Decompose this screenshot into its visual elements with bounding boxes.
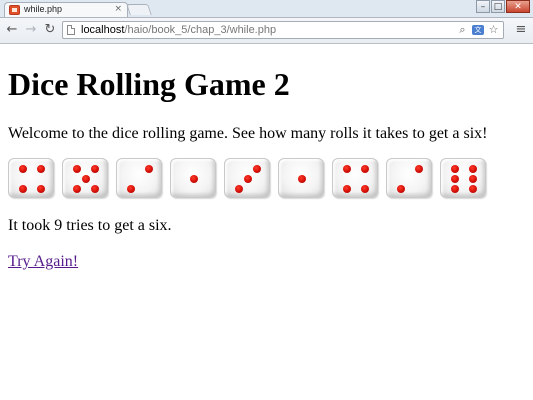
minimize-button[interactable]: – [476, 0, 490, 13]
pip [73, 165, 81, 173]
tab-title: while.php [24, 4, 63, 14]
pip [91, 185, 99, 193]
pip [37, 185, 45, 193]
pip [253, 165, 261, 173]
pip [37, 165, 45, 173]
dice-row [8, 158, 525, 198]
die-1 [278, 158, 324, 198]
intro-text: Welcome to the dice rolling game. See ho… [8, 125, 488, 142]
forward-arrow-icon[interactable]: → [23, 22, 39, 38]
pip [451, 185, 459, 193]
search-icon[interactable]: ⌕ [456, 23, 469, 37]
translate-icon[interactable]: 文 [472, 25, 484, 35]
tab-close-icon[interactable]: × [114, 3, 122, 16]
pip [91, 165, 99, 173]
die-6 [440, 158, 486, 198]
pip [451, 165, 459, 173]
die-2 [116, 158, 162, 198]
new-tab-button[interactable] [126, 4, 152, 15]
pip [469, 165, 477, 173]
pip [145, 165, 153, 173]
back-arrow-icon[interactable]: ← [4, 22, 20, 38]
browser-tab-strip: while.php × – □ ✕ [0, 0, 533, 18]
die-2 [386, 158, 432, 198]
address-bar[interactable]: localhost/haio/book_5/chap_3/while.php ⌕… [62, 21, 504, 39]
pip [127, 185, 135, 193]
url-text[interactable]: localhost/haio/book_5/chap_3/while.php [81, 23, 276, 38]
pip [469, 185, 477, 193]
browser-toolbar: ← → ↻ localhost/haio/book_5/chap_3/while… [0, 18, 533, 44]
pip [244, 175, 252, 183]
reload-icon[interactable]: ↻ [42, 22, 58, 38]
page-content: Dice Rolling Game 2 Welcome to the dice … [8, 44, 525, 272]
pip [82, 175, 90, 183]
menu-icon[interactable]: ≡ [513, 22, 529, 38]
close-window-button[interactable]: ✕ [506, 0, 530, 13]
pip [190, 175, 198, 183]
pip [451, 175, 459, 183]
pip [235, 185, 243, 193]
die-1 [170, 158, 216, 198]
window-controls: – □ ✕ [475, 0, 530, 14]
pip [19, 165, 27, 173]
pip [415, 165, 423, 173]
pip [343, 185, 351, 193]
die-5 [62, 158, 108, 198]
try-again-link[interactable]: Try Again! [8, 252, 78, 272]
page-icon [67, 25, 75, 35]
page-title: Dice Rolling Game 2 [8, 66, 290, 102]
maximize-button[interactable]: □ [491, 0, 505, 13]
die-3 [224, 158, 270, 198]
pip [73, 185, 81, 193]
result-text: It took 9 tries to get a six. [8, 217, 172, 234]
browser-tab[interactable]: while.php × [4, 2, 128, 17]
pip [298, 175, 306, 183]
star-icon[interactable]: ☆ [487, 23, 500, 37]
php-favicon-icon [9, 5, 20, 15]
pip [19, 185, 27, 193]
die-4 [332, 158, 378, 198]
pip [397, 185, 405, 193]
pip [361, 185, 369, 193]
pip [343, 165, 351, 173]
die-4 [8, 158, 54, 198]
pip [469, 175, 477, 183]
pip [361, 165, 369, 173]
